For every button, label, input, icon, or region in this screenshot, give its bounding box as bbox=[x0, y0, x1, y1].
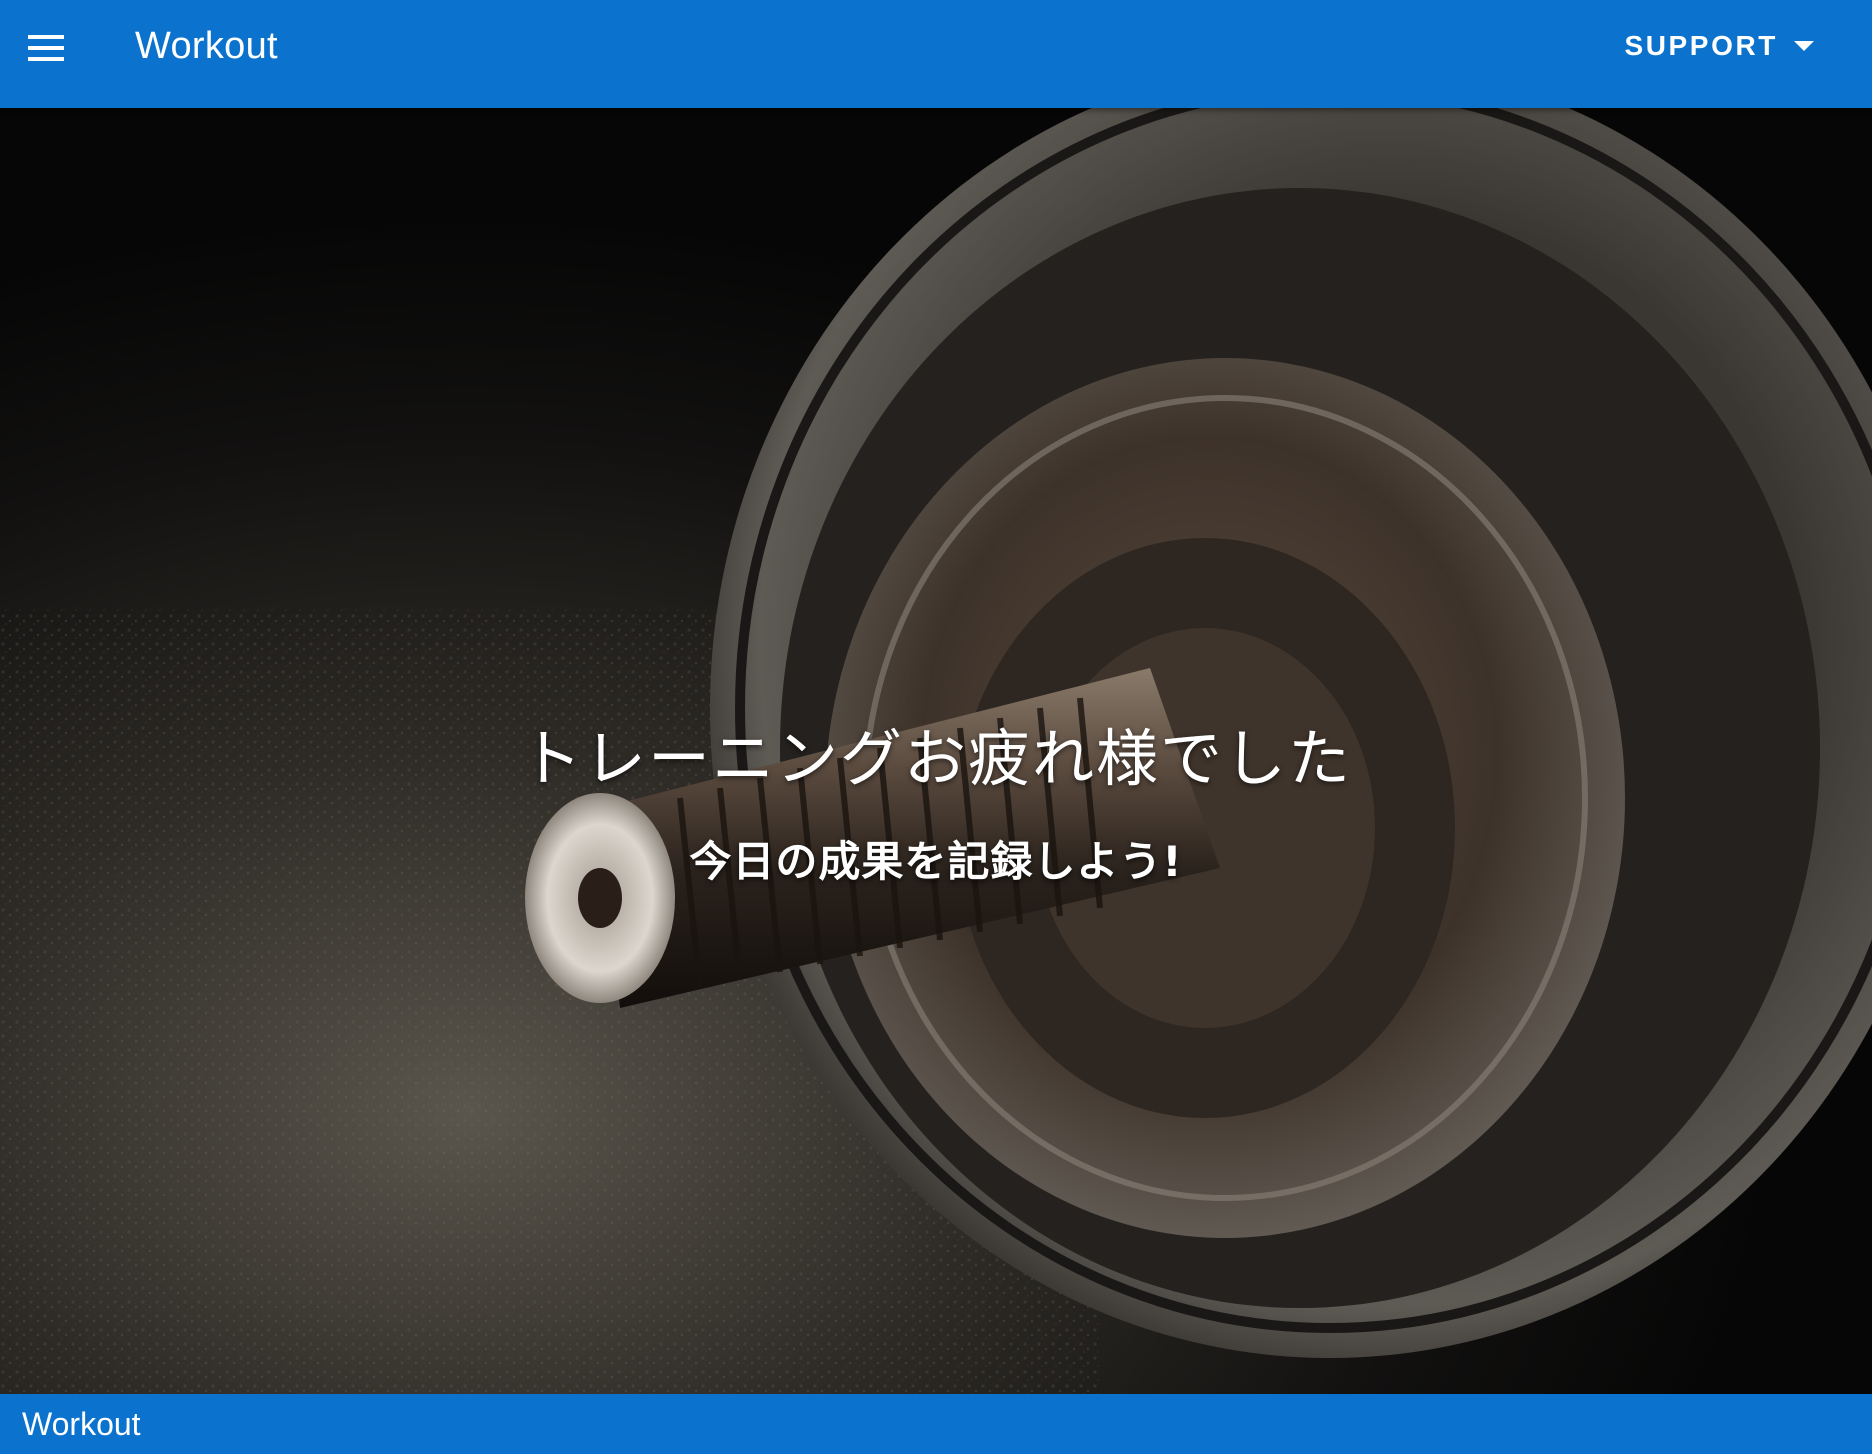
hamburger-menu-icon[interactable] bbox=[20, 22, 72, 74]
top-app-bar: Workout SUPPORT bbox=[0, 0, 1872, 108]
hero-section: トレーニングお疲れ様でした 今日の成果を記録しよう! bbox=[0, 108, 1872, 1394]
support-label: SUPPORT bbox=[1624, 30, 1778, 61]
hero-subtitle: 今日の成果を記録しよう! bbox=[689, 837, 1183, 886]
app-title: Workout bbox=[135, 25, 278, 67]
footer-bar: Workout bbox=[0, 1394, 1872, 1454]
footer-title: Workout bbox=[22, 1406, 141, 1442]
caret-down-icon bbox=[1794, 41, 1814, 51]
support-dropdown-button[interactable]: SUPPORT bbox=[1624, 20, 1814, 72]
app-root: Workout SUPPORT トレーニングお疲れ様でした 今日の成果を記録しよ… bbox=[0, 0, 1872, 1454]
hero-title: トレーニングお疲れ様でした bbox=[519, 722, 1352, 795]
hero-text-overlay: トレーニングお疲れ様でした 今日の成果を記録しよう! bbox=[0, 108, 1872, 1394]
